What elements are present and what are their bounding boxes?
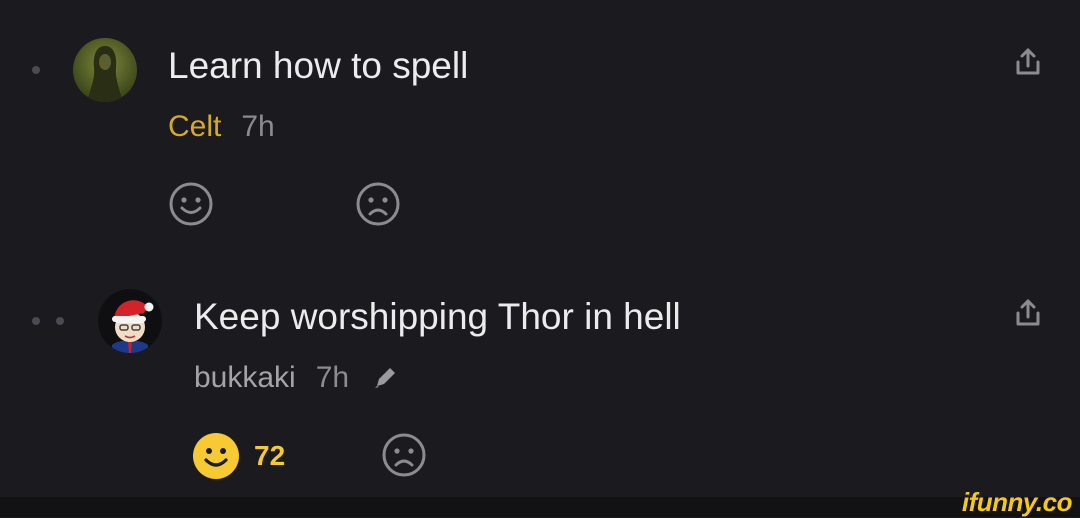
smile-count: 72 (254, 440, 286, 471)
smile-button[interactable] (168, 181, 214, 227)
smile-icon (193, 433, 239, 479)
thread-depth-dot (32, 317, 40, 325)
comment-text: Keep worshipping Thor in hell (194, 296, 681, 337)
smile-icon (169, 182, 213, 226)
smile-button[interactable]: 72 (192, 432, 285, 480)
frown-icon (382, 433, 426, 477)
frown-icon (356, 182, 400, 226)
share-icon (1016, 48, 1040, 75)
pencil-icon (371, 364, 399, 392)
share-button[interactable] (1010, 295, 1046, 331)
timestamp: 7h (315, 361, 350, 394)
username[interactable]: bukkaki (194, 361, 296, 395)
timestamp: 7h (241, 110, 275, 143)
share-button[interactable] (1010, 44, 1046, 80)
bottom-strip (0, 497, 1080, 517)
thread-depth-dot (32, 66, 40, 74)
avatar[interactable] (73, 38, 137, 102)
username[interactable]: Celt (168, 110, 221, 144)
frown-button[interactable] (381, 432, 427, 478)
comment-meta: bukkaki 7h (194, 361, 399, 395)
thread-depth-dot (56, 317, 64, 325)
frown-button[interactable] (355, 181, 401, 227)
ifunny-watermark: ifunny.co (961, 487, 1073, 517)
comment-text: Learn how to spell (168, 45, 469, 86)
avatar[interactable] (98, 289, 162, 353)
share-icon (1016, 299, 1040, 326)
comment-meta: Celt 7h (168, 110, 275, 144)
